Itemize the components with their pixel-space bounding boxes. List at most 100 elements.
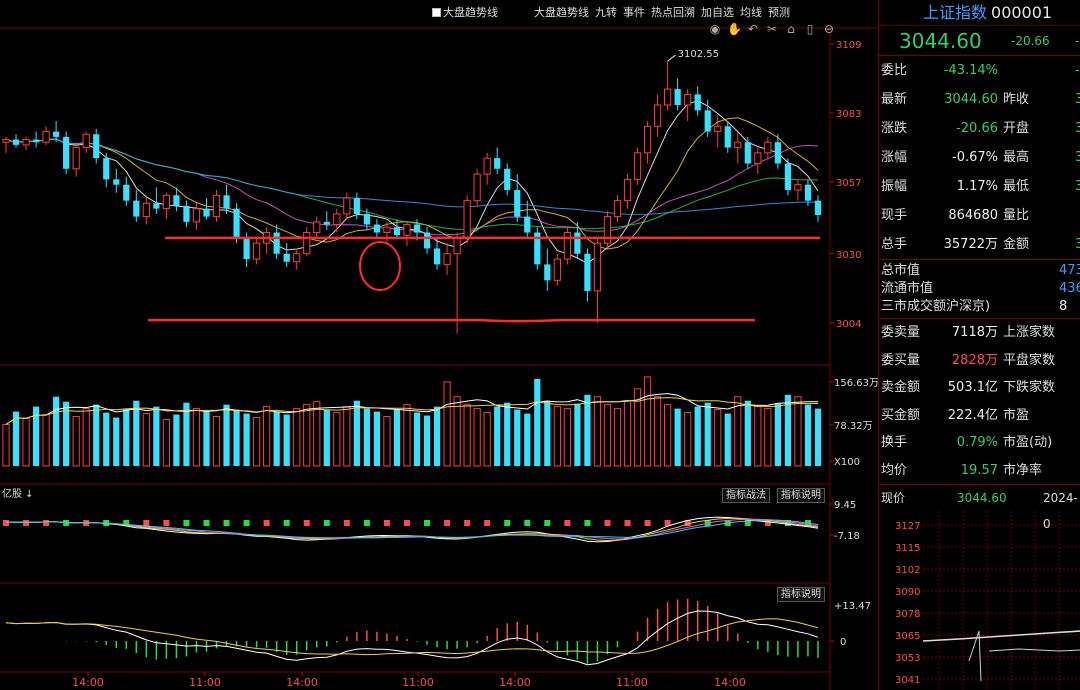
macd2-axis-label: +13.47 xyxy=(834,601,871,612)
macd1-axis-label: -7.18 xyxy=(834,531,860,542)
macd1-bar xyxy=(143,520,150,526)
macd1-bar xyxy=(323,520,330,526)
volume-bar xyxy=(814,408,822,466)
candle-body xyxy=(603,216,612,244)
mini-header: 现价 3044.60 2024-0 xyxy=(879,485,1080,531)
trend-checkbox[interactable] xyxy=(432,8,441,17)
macd1-bar xyxy=(644,520,651,526)
indicator-help-button-2[interactable]: 指标说明 xyxy=(777,587,825,602)
toolbar-item-1[interactable]: 大盘趋势线 xyxy=(534,4,589,20)
volume-bar xyxy=(473,408,481,467)
volume-bar xyxy=(373,411,381,466)
volume-bar xyxy=(553,406,561,467)
market-row: 总市值 473 xyxy=(879,262,1080,280)
volume-bar xyxy=(423,415,431,466)
macd1-bar xyxy=(403,520,410,526)
macd1-bar xyxy=(263,520,270,526)
row-label: 均价 xyxy=(881,462,908,478)
indicator-strategy-button[interactable]: 指标战法 xyxy=(722,488,770,503)
candle-body xyxy=(203,208,210,217)
candle-body xyxy=(162,194,170,210)
toolbar-item-5[interactable]: 加自选 xyxy=(701,4,734,20)
mini-chart[interactable]: 现价 3044.60 2024-0 3127 3115 3102 3090 3078 30… xyxy=(879,484,1080,690)
candle-body xyxy=(142,202,150,218)
row-label-2: 昨收 xyxy=(1003,92,1030,107)
volume-bar xyxy=(133,400,140,466)
row-value-2: -429 xyxy=(1075,63,1080,78)
row-label: 振幅 xyxy=(881,179,908,194)
toolbar-item-label: 加自选 xyxy=(701,6,734,19)
candle-body xyxy=(323,221,330,225)
hand-icon[interactable]: ✋ xyxy=(727,22,742,36)
order-row: 卖金额 503.1亿 下跌家数 xyxy=(879,374,1080,402)
row-label-2: 最低 xyxy=(1003,179,1030,194)
mini-axis-label: 3078 xyxy=(895,609,920,620)
macd1-bar xyxy=(283,520,290,526)
chart-svg[interactable]: 3109 3083 3057 3030 3004 3102.55 156.63万 78.32万… xyxy=(0,0,879,690)
candle-body xyxy=(82,133,90,149)
volume-bar xyxy=(754,406,762,467)
row-label: 最新 xyxy=(881,92,908,107)
mini-price: 3044.60 xyxy=(957,491,1007,505)
chart-toolbar: 大盘趋势线 大盘趋势线 九转 事件 热点回溯 加自选 均线 预测 xyxy=(432,4,790,20)
volume-bar xyxy=(162,418,170,467)
toolbar-item-4[interactable]: 热点回溯 xyxy=(651,4,695,20)
toolbar-item-label: 均线 xyxy=(740,6,762,19)
order-row: 买金额 222.4亿 市盈 xyxy=(879,402,1080,430)
candle-body xyxy=(704,110,711,132)
market-row: 流通市值 436 xyxy=(879,280,1080,298)
order-row: 换手 0.79% 市盈(动) xyxy=(879,429,1080,457)
file-icon[interactable]: ▯ xyxy=(803,22,817,36)
indicator-help-button[interactable]: 指标说明 xyxy=(777,488,825,503)
toolbar-item-2[interactable]: 九转 xyxy=(595,4,617,20)
candle-body xyxy=(784,163,792,191)
volume-bar xyxy=(113,417,120,466)
price-axis-label: 3030 xyxy=(836,250,861,261)
eye-icon[interactable]: ◉ xyxy=(708,22,722,36)
row-label-2: 市盈(动) xyxy=(1003,435,1053,450)
mini-sketch xyxy=(968,630,1080,682)
row-value-2: 3 xyxy=(1075,172,1080,201)
macd1-bar xyxy=(3,520,9,526)
candle-body xyxy=(754,152,762,164)
macd1-bar xyxy=(544,520,551,526)
macd1-bar xyxy=(604,520,611,526)
scissors-icon[interactable]: ✂ xyxy=(765,22,779,36)
candle-body xyxy=(613,200,622,218)
candle-body xyxy=(303,232,311,255)
volume-bar xyxy=(243,413,250,466)
kline-chart-area[interactable]: 3109 3083 3057 3030 3004 3102.55 156.63万 78.32万… xyxy=(0,0,879,690)
toolbar-item-0[interactable]: 大盘趋势线 xyxy=(432,4,498,20)
candle-body xyxy=(133,200,140,217)
row-value: 7118万 xyxy=(951,325,998,340)
macd1-bar xyxy=(504,520,511,526)
mini-axis-label: 3053 xyxy=(895,653,920,664)
volume-bar xyxy=(393,409,401,466)
high-marker-label: 3102.55 xyxy=(678,49,719,60)
close-icon[interactable]: ⊖ xyxy=(822,22,836,36)
volume-bar xyxy=(643,376,652,467)
mini-axis-label: 3115 xyxy=(895,543,920,554)
volume-bar xyxy=(72,416,80,467)
macd1-bar xyxy=(444,520,451,526)
candle-body xyxy=(423,232,431,249)
lock-icon[interactable]: ⌂ xyxy=(784,22,798,36)
toolbar-item-label: 大盘趋势线 xyxy=(534,6,589,19)
toolbar-item-3[interactable]: 事件 xyxy=(623,4,645,20)
order-row: 委卖量 7118万 上涨家数 xyxy=(879,319,1080,347)
row-value: -43.14% xyxy=(943,63,998,78)
macd1-bar xyxy=(23,520,30,526)
order-row: 委买量 2828万 平盘家数 xyxy=(879,347,1080,375)
undo-icon[interactable]: ↶ xyxy=(746,22,760,36)
toolbar-item-7[interactable]: 预测 xyxy=(768,4,790,20)
candle-body xyxy=(233,208,240,238)
volume-bar xyxy=(103,412,110,466)
toolbar-item-6[interactable]: 均线 xyxy=(740,4,762,20)
volume-bar xyxy=(483,412,491,467)
row-label: 总手 xyxy=(881,237,908,252)
macd1-bar xyxy=(303,520,310,526)
volume-bar xyxy=(123,408,130,466)
candle-body xyxy=(192,208,201,223)
row-value: 222.4亿 xyxy=(947,407,998,423)
volume-bar xyxy=(192,408,201,467)
